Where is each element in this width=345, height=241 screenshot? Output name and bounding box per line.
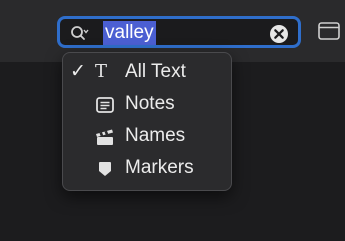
- search-field[interactable]: valley: [57, 16, 301, 48]
- menu-item-label: Notes: [125, 93, 175, 114]
- menu-item-all-text[interactable]: ✓ T All Text: [63, 57, 231, 87]
- search-input[interactable]: valley: [103, 21, 156, 45]
- checkmark-icon: ✓: [70, 61, 86, 82]
- clapperboard-icon: [96, 129, 113, 145]
- panel-toggle-icon[interactable]: [318, 21, 340, 41]
- menu-item-label: Markers: [125, 157, 194, 178]
- search-scope-menu: ✓ T All Text Notes Names Markers: [62, 52, 232, 191]
- clear-icon[interactable]: [269, 24, 289, 44]
- menu-item-names[interactable]: Names: [63, 121, 231, 151]
- menu-item-label: All Text: [125, 61, 186, 82]
- menu-item-notes[interactable]: Notes: [63, 89, 231, 119]
- menu-item-markers[interactable]: Markers: [63, 153, 231, 183]
- text-icon: T: [95, 61, 108, 82]
- marker-icon: [99, 162, 111, 176]
- notes-icon: [96, 97, 114, 113]
- menu-item-label: Names: [125, 125, 186, 146]
- search-filter-icon[interactable]: [70, 24, 90, 44]
